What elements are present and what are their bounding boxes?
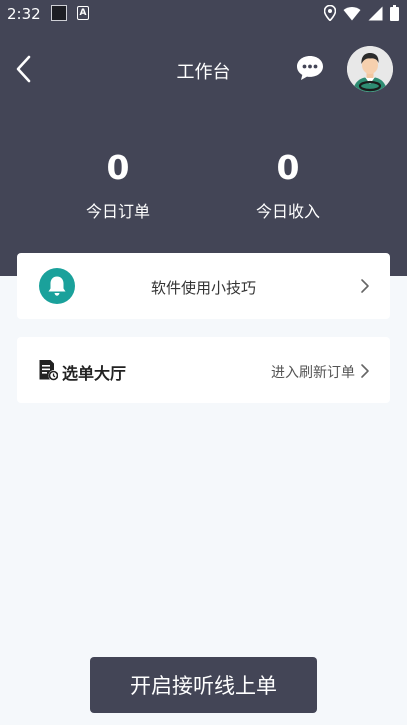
order-hall-label: 选单大厅 <box>62 364 127 383</box>
order-hall-card[interactable]: 选单大厅 进入刷新订单 <box>17 337 390 403</box>
notification-square-icon <box>51 5 67 21</box>
chevron-right-icon <box>361 279 369 293</box>
battery-icon <box>390 5 399 21</box>
page-title: 工作台 <box>176 62 231 83</box>
software-tips-card[interactable]: 软件使用小技巧 <box>17 253 390 319</box>
wifi-icon <box>343 6 361 20</box>
avatar[interactable] <box>347 46 393 92</box>
refresh-orders-link[interactable]: 进入刷新订单 <box>271 362 355 382</box>
status-time: 2:32 <box>7 5 41 23</box>
software-tips-label: 软件使用小技巧 <box>150 279 256 297</box>
start-online-orders-button[interactable]: 开启接听线上单 <box>90 657 317 713</box>
today-income-stat: 0 今日收入 <box>228 148 348 222</box>
chevron-right-icon <box>361 364 369 378</box>
today-income-label: 今日收入 <box>255 202 320 221</box>
message-button[interactable] <box>295 54 325 82</box>
nav-bar: 工作台 <box>0 40 407 100</box>
driver-avatar-icon <box>347 46 393 92</box>
today-orders-value: 0 <box>106 148 130 187</box>
signal-icon <box>368 6 383 20</box>
today-income-value: 0 <box>276 148 300 187</box>
today-orders-label: 今日订单 <box>85 202 150 221</box>
today-orders-stat: 0 今日订单 <box>58 148 178 222</box>
chat-bubble-icon <box>297 56 323 80</box>
status-bar: 2:32 A <box>0 0 407 28</box>
document-clock-icon <box>39 360 58 381</box>
location-icon <box>324 5 336 21</box>
status-icons <box>324 5 399 21</box>
a-app-icon: A <box>77 6 89 20</box>
